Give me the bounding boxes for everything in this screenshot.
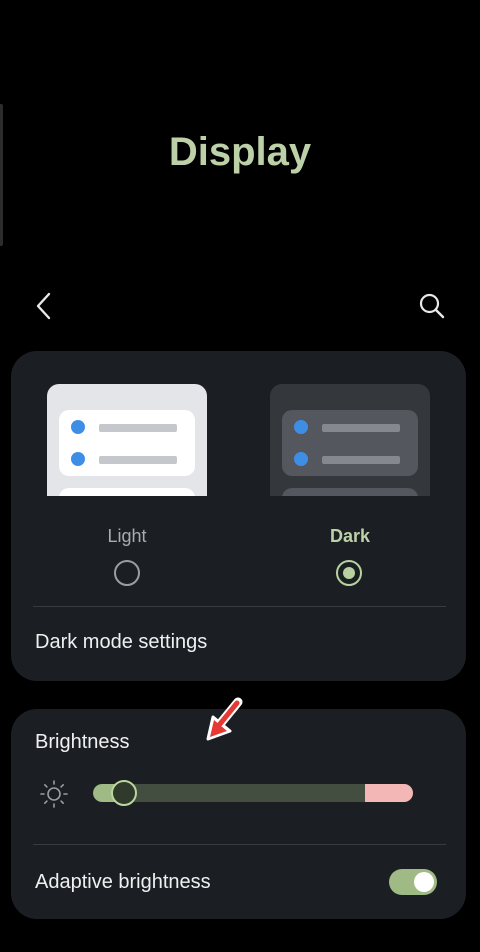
light-mode-label: Light [107, 526, 147, 546]
edge-panel-handle[interactable] [0, 104, 3, 246]
brightness-slider-thumb[interactable] [110, 780, 137, 806]
toggle-knob [414, 872, 434, 892]
preview-dot [294, 420, 308, 434]
annotation-arrow-icon [200, 697, 244, 750]
adaptive-brightness-toggle[interactable] [389, 869, 437, 895]
dark-mode-settings-row[interactable]: Dark mode settings [11, 607, 466, 681]
search-icon [418, 292, 446, 325]
dark-mode-label: Dark [329, 526, 371, 546]
preview-dot [294, 452, 308, 466]
preview-dot [71, 420, 85, 434]
preview-dot [71, 452, 85, 466]
preview-line [322, 424, 400, 432]
brightness-slider-track [93, 784, 413, 802]
light-mode-preview[interactable] [47, 384, 207, 496]
preview-list-card [282, 410, 418, 476]
radio-selected-dot [343, 567, 355, 579]
dark-mode-settings-label: Dark mode settings [35, 631, 208, 653]
preview-line [99, 456, 177, 464]
brightness-slider[interactable] [93, 780, 413, 806]
preview-line [99, 424, 177, 432]
page-title: Display [168, 130, 312, 174]
brightness-high-range [365, 784, 413, 802]
preview-line [322, 456, 400, 464]
preview-list-card [282, 488, 418, 496]
dark-mode-preview[interactable] [270, 384, 430, 496]
chevron-left-icon [34, 292, 54, 325]
preview-list-card [59, 488, 195, 496]
back-button[interactable] [22, 286, 66, 330]
dark-mode-radio[interactable] [336, 560, 362, 586]
preview-list-card [59, 410, 195, 476]
search-button[interactable] [410, 286, 454, 330]
theme-card: Light Dark Dark mode settings [11, 351, 466, 681]
sun-icon [39, 779, 69, 814]
adaptive-brightness-label: Adaptive brightness [35, 871, 211, 893]
light-mode-radio[interactable] [114, 560, 140, 586]
brightness-label: Brightness [35, 731, 130, 753]
